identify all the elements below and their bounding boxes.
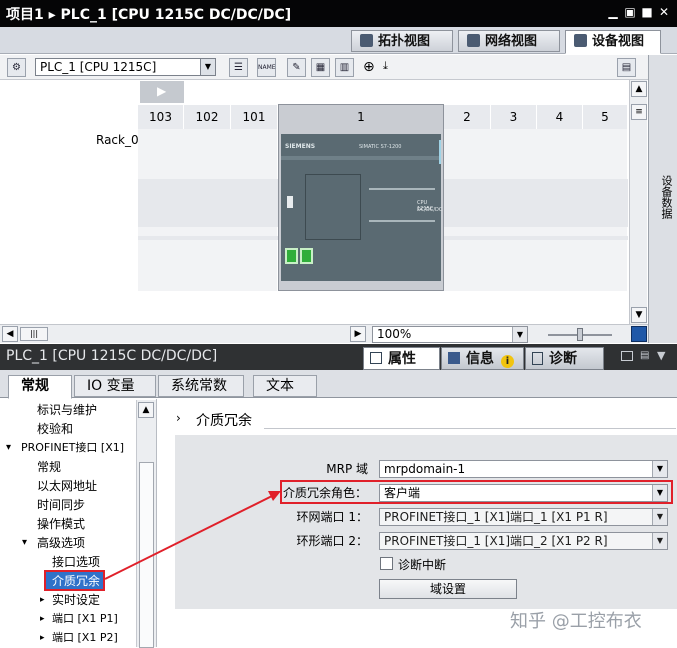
annotation-arrow [104, 491, 281, 580]
arrow-line [104, 495, 273, 580]
watermark: 知乎 @工控布衣 [510, 611, 642, 632]
